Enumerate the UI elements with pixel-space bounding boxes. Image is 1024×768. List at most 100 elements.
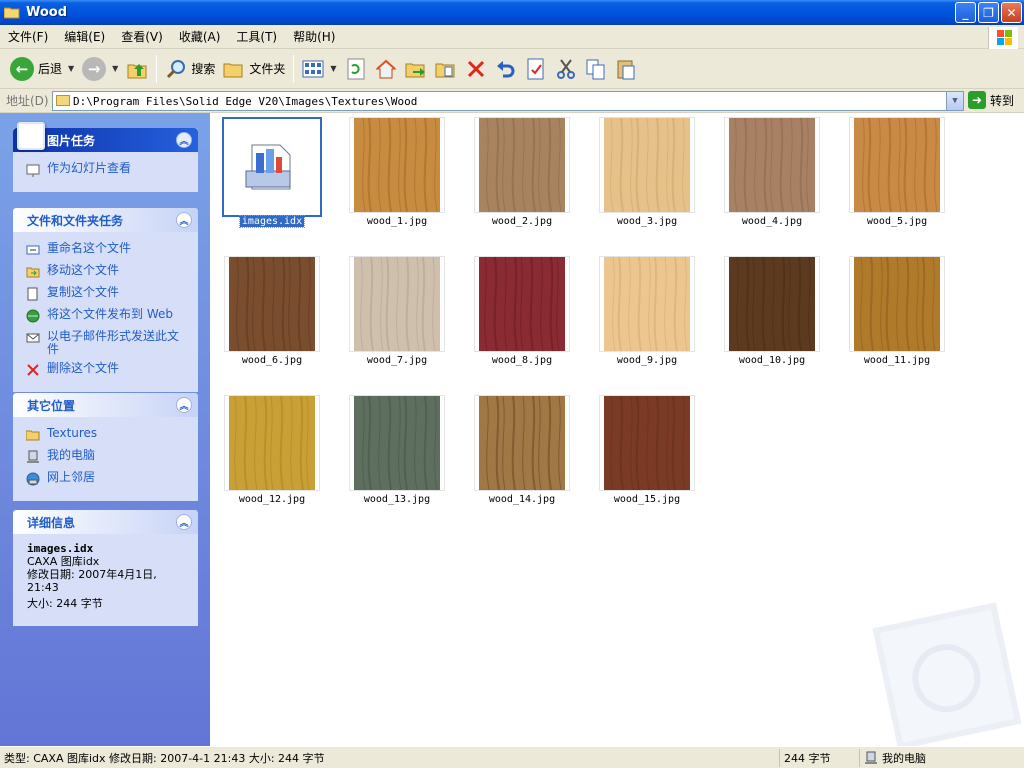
views-button[interactable]: ▼ [298, 52, 340, 86]
forward-dropdown-icon[interactable]: ▼ [112, 64, 118, 73]
file-name-label[interactable]: wood_8.jpg [459, 355, 585, 366]
restore-button[interactable]: ❐ [978, 2, 999, 23]
move-to-icon[interactable] [404, 57, 428, 81]
file-thumbnail[interactable] [349, 117, 445, 213]
file-name-label[interactable]: wood_6.jpg [210, 355, 335, 366]
my-computer-link[interactable]: 我的电脑 [25, 449, 188, 465]
menu-tools[interactable]: 工具(T) [228, 27, 285, 47]
file-name-label[interactable]: wood_9.jpg [584, 355, 710, 366]
file-tasks-title: 文件和文件夹任务 [27, 213, 124, 228]
file-name-label[interactable]: wood_12.jpg [210, 494, 335, 505]
file-thumbnail[interactable] [349, 256, 445, 352]
wood-texture-image [604, 257, 690, 351]
publish-web-link[interactable]: 将这个文件发布到 Web [25, 308, 188, 324]
views-icon [302, 60, 324, 77]
slideshow-icon [25, 162, 41, 178]
menu-favorites[interactable]: 收藏(A) [171, 27, 229, 47]
picture-tasks-title: 图片任务 [47, 133, 96, 148]
refresh-icon[interactable] [344, 57, 368, 81]
menu-edit[interactable]: 编辑(E) [56, 27, 113, 47]
file-name-label[interactable]: wood_2.jpg [459, 216, 585, 227]
wood-texture-image [354, 396, 440, 490]
move-link[interactable]: 移动这个文件 [25, 264, 188, 280]
file-name-label[interactable]: wood_5.jpg [834, 216, 960, 227]
home-icon[interactable] [374, 57, 398, 81]
forward-button[interactable]: → ▼ [78, 52, 122, 86]
file-thumbnail[interactable] [599, 256, 695, 352]
file-thumbnail[interactable] [599, 117, 695, 213]
file-name-label[interactable]: wood_1.jpg [334, 216, 460, 227]
menu-file[interactable]: 文件(F) [0, 27, 56, 47]
file-name-label[interactable]: wood_13.jpg [334, 494, 460, 505]
wood-texture-image [729, 257, 815, 351]
address-dropdown-icon[interactable]: ▼ [946, 92, 963, 110]
other-places-header[interactable]: 其它位置 ︽ [13, 393, 198, 417]
textures-link[interactable]: Textures [25, 427, 188, 443]
file-name-label[interactable]: wood_10.jpg [709, 355, 835, 366]
file-tasks-header[interactable]: 文件和文件夹任务 ︽ [13, 208, 198, 232]
file-name-label[interactable]: wood_7.jpg [334, 355, 460, 366]
back-dropdown-icon[interactable]: ▼ [68, 64, 74, 73]
file-thumbnail[interactable] [599, 395, 695, 491]
folders-button[interactable]: 文件夹 [219, 52, 289, 86]
details-header[interactable]: 详细信息 ︽ [13, 510, 198, 534]
close-button[interactable]: ✕ [1001, 2, 1022, 23]
textures-label: Textures [47, 426, 98, 440]
copy-link[interactable]: 复制这个文件 [25, 286, 188, 302]
go-button[interactable]: ➜ 转到 [968, 91, 1014, 109]
collapse-icon[interactable]: ︽ [176, 132, 192, 148]
file-thumbnail[interactable] [724, 256, 820, 352]
file-thumbnail[interactable] [222, 117, 322, 217]
file-name-label[interactable]: images.idx [210, 215, 335, 228]
search-button[interactable]: 搜索 [161, 52, 219, 86]
go-arrow-icon: ➜ [968, 91, 986, 109]
folders-label: 文件夹 [249, 62, 286, 76]
file-name-label[interactable]: wood_4.jpg [709, 216, 835, 227]
file-name-label[interactable]: wood_15.jpg [584, 494, 710, 505]
collapse-icon[interactable]: ︽ [176, 397, 192, 413]
collapse-icon[interactable]: ︽ [176, 212, 192, 228]
network-icon [25, 471, 41, 487]
other-places-title: 其它位置 [27, 398, 76, 413]
file-thumbnail[interactable] [224, 256, 320, 352]
properties-icon[interactable] [524, 57, 548, 81]
folder-icon [3, 6, 20, 19]
file-name-label[interactable]: wood_14.jpg [459, 494, 585, 505]
menu-help[interactable]: 帮助(H) [285, 27, 343, 47]
toolbar-separator [156, 54, 158, 83]
status-location: 我的电脑 [860, 749, 930, 767]
slideshow-link[interactable]: 作为幻灯片查看 [25, 162, 188, 178]
delete-link[interactable]: 删除这个文件 [25, 362, 188, 378]
file-thumbnail[interactable] [849, 117, 945, 213]
address-input[interactable]: D:\Program Files\Solid Edge V20\Images\T… [52, 91, 964, 111]
paste-icon[interactable] [614, 57, 638, 81]
file-thumbnail[interactable] [474, 117, 570, 213]
up-folder-icon[interactable] [125, 57, 149, 81]
copy-icon[interactable] [584, 57, 608, 81]
file-thumbnail[interactable] [849, 256, 945, 352]
title-bar[interactable]: Wood _ ❐ ✕ [0, 0, 1024, 25]
rename-link[interactable]: 重命名这个文件 [25, 242, 188, 258]
menu-view[interactable]: 查看(V) [113, 27, 171, 47]
file-view[interactable]: images.idx wood_1.jpg wood_2.jpg wood_3.jpg… [210, 113, 1024, 746]
copy-to-icon[interactable] [434, 57, 458, 81]
file-tasks-panel: 文件和文件夹任务 ︽ 重命名这个文件 移动这个文件 复制这个文件 将这个文件发布… [13, 208, 198, 392]
file-thumbnail[interactable] [224, 395, 320, 491]
file-name-label[interactable]: wood_3.jpg [584, 216, 710, 227]
cut-icon[interactable] [554, 57, 578, 81]
minimize-button[interactable]: _ [955, 2, 976, 23]
collapse-icon[interactable]: ︽ [176, 514, 192, 530]
picture-tasks-header[interactable]: 图片任务 ︽ [13, 122, 198, 152]
network-link[interactable]: 网上邻居 [25, 471, 188, 487]
file-thumbnail[interactable] [349, 395, 445, 491]
file-thumbnail[interactable] [474, 256, 570, 352]
back-button[interactable]: ← 后退 ▼ [6, 52, 78, 86]
delete-icon[interactable] [464, 57, 488, 81]
undo-icon[interactable] [494, 57, 518, 81]
file-name-label[interactable]: wood_11.jpg [834, 355, 960, 366]
file-thumbnail[interactable] [724, 117, 820, 213]
file-thumbnail[interactable] [474, 395, 570, 491]
email-link[interactable]: 以电子邮件形式发送此文件 [25, 330, 188, 356]
views-dropdown-icon[interactable]: ▼ [330, 64, 336, 73]
toolbar-separator [293, 54, 295, 83]
